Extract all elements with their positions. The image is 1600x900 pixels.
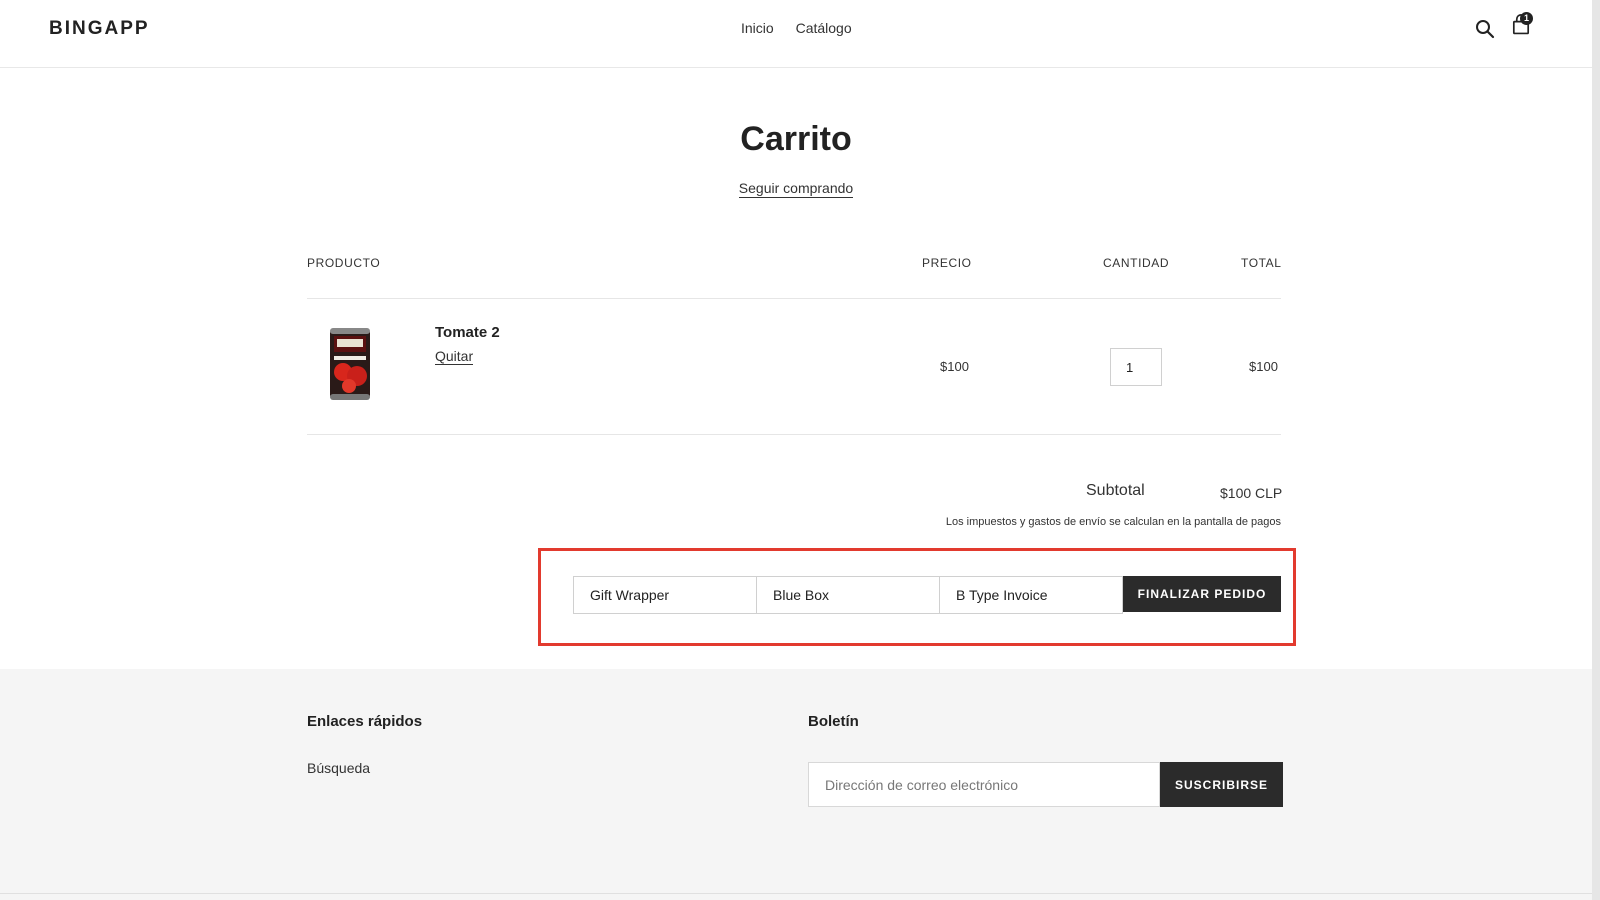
item-total: $100 <box>1249 359 1278 374</box>
site-header: BINGAPP Inicio Catálogo 1 <box>0 0 1592 68</box>
newsletter-email-input[interactable] <box>808 762 1160 807</box>
product-thumbnail[interactable] <box>327 326 373 402</box>
table-divider <box>307 298 1281 299</box>
remove-item-link[interactable]: Quitar <box>435 348 474 365</box>
option-field-gift-wrapper[interactable] <box>573 576 757 614</box>
continue-shopping-link[interactable]: Seguir comprando <box>738 180 854 198</box>
continue-shopping-link-wrap: Seguir comprando <box>0 180 1592 198</box>
cart-page: BINGAPP Inicio Catálogo 1 Carrito Seguir… <box>0 0 1592 900</box>
nav-item-catalogo[interactable]: Catálogo <box>796 20 852 36</box>
quick-links-heading: Enlaces rápidos <box>307 713 423 730</box>
cart-count-badge: 1 <box>1520 12 1533 25</box>
site-footer <box>0 669 1592 900</box>
option-field-blue-box[interactable] <box>756 576 940 614</box>
column-header-product: PRODUCTO <box>307 256 381 270</box>
subscribe-button[interactable]: SUSCRIBIRSE <box>1160 762 1283 807</box>
footer-link-search[interactable]: Búsqueda <box>307 760 370 776</box>
site-logo[interactable]: BINGAPP <box>49 18 150 40</box>
quantity-input[interactable] <box>1110 348 1162 386</box>
checkout-button[interactable]: FINALIZAR PEDIDO <box>1123 576 1281 612</box>
nav-item-inicio[interactable]: Inicio <box>741 20 774 36</box>
subtotal-label: Subtotal <box>1086 482 1145 499</box>
search-icon[interactable] <box>1474 18 1496 40</box>
column-header-total: TOTAL <box>1241 256 1282 270</box>
tax-shipping-note: Los impuestos y gastos de envío se calcu… <box>945 516 1281 528</box>
column-header-price: PRECIO <box>922 256 972 270</box>
option-field-invoice-type[interactable] <box>939 576 1123 614</box>
main-nav: Inicio Catálogo <box>741 20 870 36</box>
subtotal-value: $100 CLP <box>1220 485 1283 501</box>
newsletter-heading: Boletín <box>808 713 859 730</box>
footer-divider <box>0 893 1592 894</box>
page-scrollbar[interactable] <box>1592 0 1600 900</box>
page-title: Carrito <box>740 120 852 158</box>
item-price: $100 <box>940 359 969 374</box>
product-name[interactable]: Tomate 2 <box>435 324 500 341</box>
column-header-quantity: CANTIDAD <box>1103 256 1170 270</box>
table-divider <box>307 434 1281 435</box>
